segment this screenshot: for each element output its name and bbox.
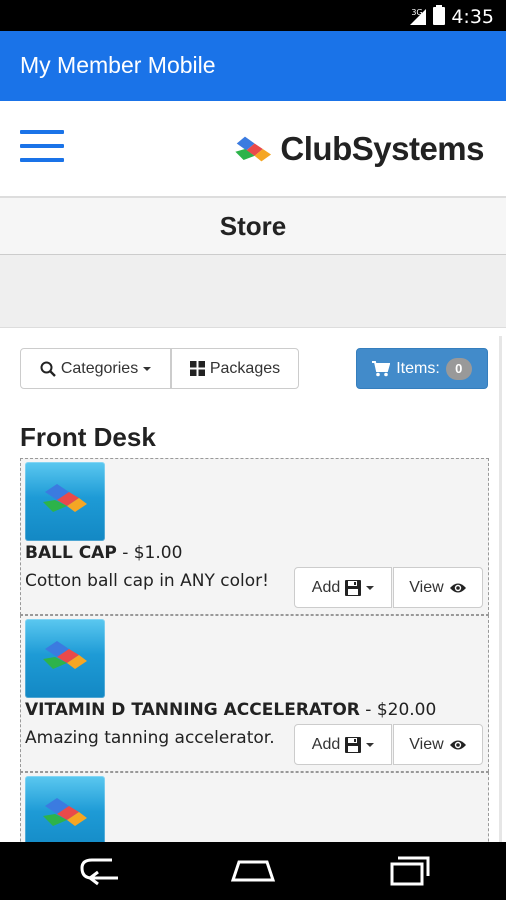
grid-icon [189, 361, 205, 376]
caret-down-icon [366, 585, 375, 590]
search-icon [40, 361, 56, 377]
categories-label: Categories [60, 359, 139, 377]
caret-down-icon [143, 366, 152, 371]
add-label: Add [311, 578, 341, 596]
product-price: - $1.00 [116, 543, 183, 563]
product-image[interactable] [25, 462, 105, 541]
scrollbar[interactable] [499, 336, 502, 842]
brand-name: ClubSystems [280, 130, 484, 167]
battery-icon [433, 5, 446, 29]
product-image[interactable] [25, 619, 105, 698]
shopping-cart-icon [372, 360, 391, 377]
items-label: Items: [396, 359, 440, 377]
signal-icon: 3G [409, 8, 427, 26]
store-title-bar: Store [0, 197, 506, 255]
status-bar: 3G 4:35 [0, 0, 506, 31]
clubsystems-logo-icon [43, 798, 87, 826]
save-icon [345, 579, 362, 596]
view-product-button[interactable]: View [393, 724, 483, 765]
eye-icon [449, 582, 467, 594]
cart-items-button[interactable]: Items: 0 [356, 348, 488, 389]
product-title: VITAMIN D TANNING ACCELERATOR - $20.00 [25, 700, 436, 720]
view-label: View [409, 578, 444, 596]
view-product-button[interactable]: View [393, 567, 483, 608]
add-to-cart-button[interactable]: Add [294, 724, 392, 765]
back-icon[interactable] [78, 854, 122, 890]
clubsystems-logo-icon [235, 136, 272, 162]
banner-area [0, 255, 506, 328]
product-card [20, 772, 489, 842]
site-header: ClubSystems [0, 101, 506, 197]
categories-dropdown-button[interactable]: Categories [20, 348, 171, 389]
brand-logo[interactable]: ClubSystems [234, 125, 484, 173]
product-card: VITAMIN D TANNING ACCELERATOR - $20.00 A… [20, 615, 489, 772]
eye-icon [449, 739, 467, 751]
hamburger-menu-icon[interactable] [20, 128, 64, 164]
product-description: Cotton ball cap in ANY color! [25, 571, 269, 591]
section-heading: Front Desk [20, 422, 156, 452]
page-title: Store [219, 211, 287, 241]
packages-button[interactable]: Packages [171, 348, 299, 389]
network-type-label: 3G [411, 8, 423, 17]
status-icons: 3G 4:35 [409, 5, 494, 29]
status-time: 4:35 [451, 6, 494, 28]
store-content: Categories Packages Items: 0 Front Desk … [0, 328, 506, 842]
product-name: VITAMIN D TANNING ACCELERATOR [25, 700, 360, 720]
recents-icon[interactable] [388, 854, 432, 890]
product-name: BALL CAP [25, 543, 117, 563]
items-count-badge: 0 [445, 357, 472, 380]
home-icon[interactable] [229, 854, 277, 890]
product-card: BALL CAP - $1.00 Cotton ball cap in ANY … [20, 458, 489, 615]
product-price: - $20.00 [359, 700, 437, 720]
clubsystems-logo-icon [43, 641, 87, 669]
caret-down-icon [366, 742, 375, 747]
save-icon [345, 736, 362, 753]
view-label: View [409, 735, 444, 753]
add-label: Add [311, 735, 341, 753]
product-image[interactable] [25, 776, 105, 842]
clubsystems-logo-icon [43, 484, 87, 512]
product-description: Amazing tanning accelerator. [25, 728, 275, 748]
product-title: BALL CAP - $1.00 [25, 543, 182, 563]
add-to-cart-button[interactable]: Add [294, 567, 392, 608]
packages-label: Packages [209, 359, 281, 377]
app-bar: My Member Mobile [0, 31, 506, 101]
app-title: My Member Mobile [20, 52, 216, 78]
system-nav-bar [0, 842, 506, 900]
